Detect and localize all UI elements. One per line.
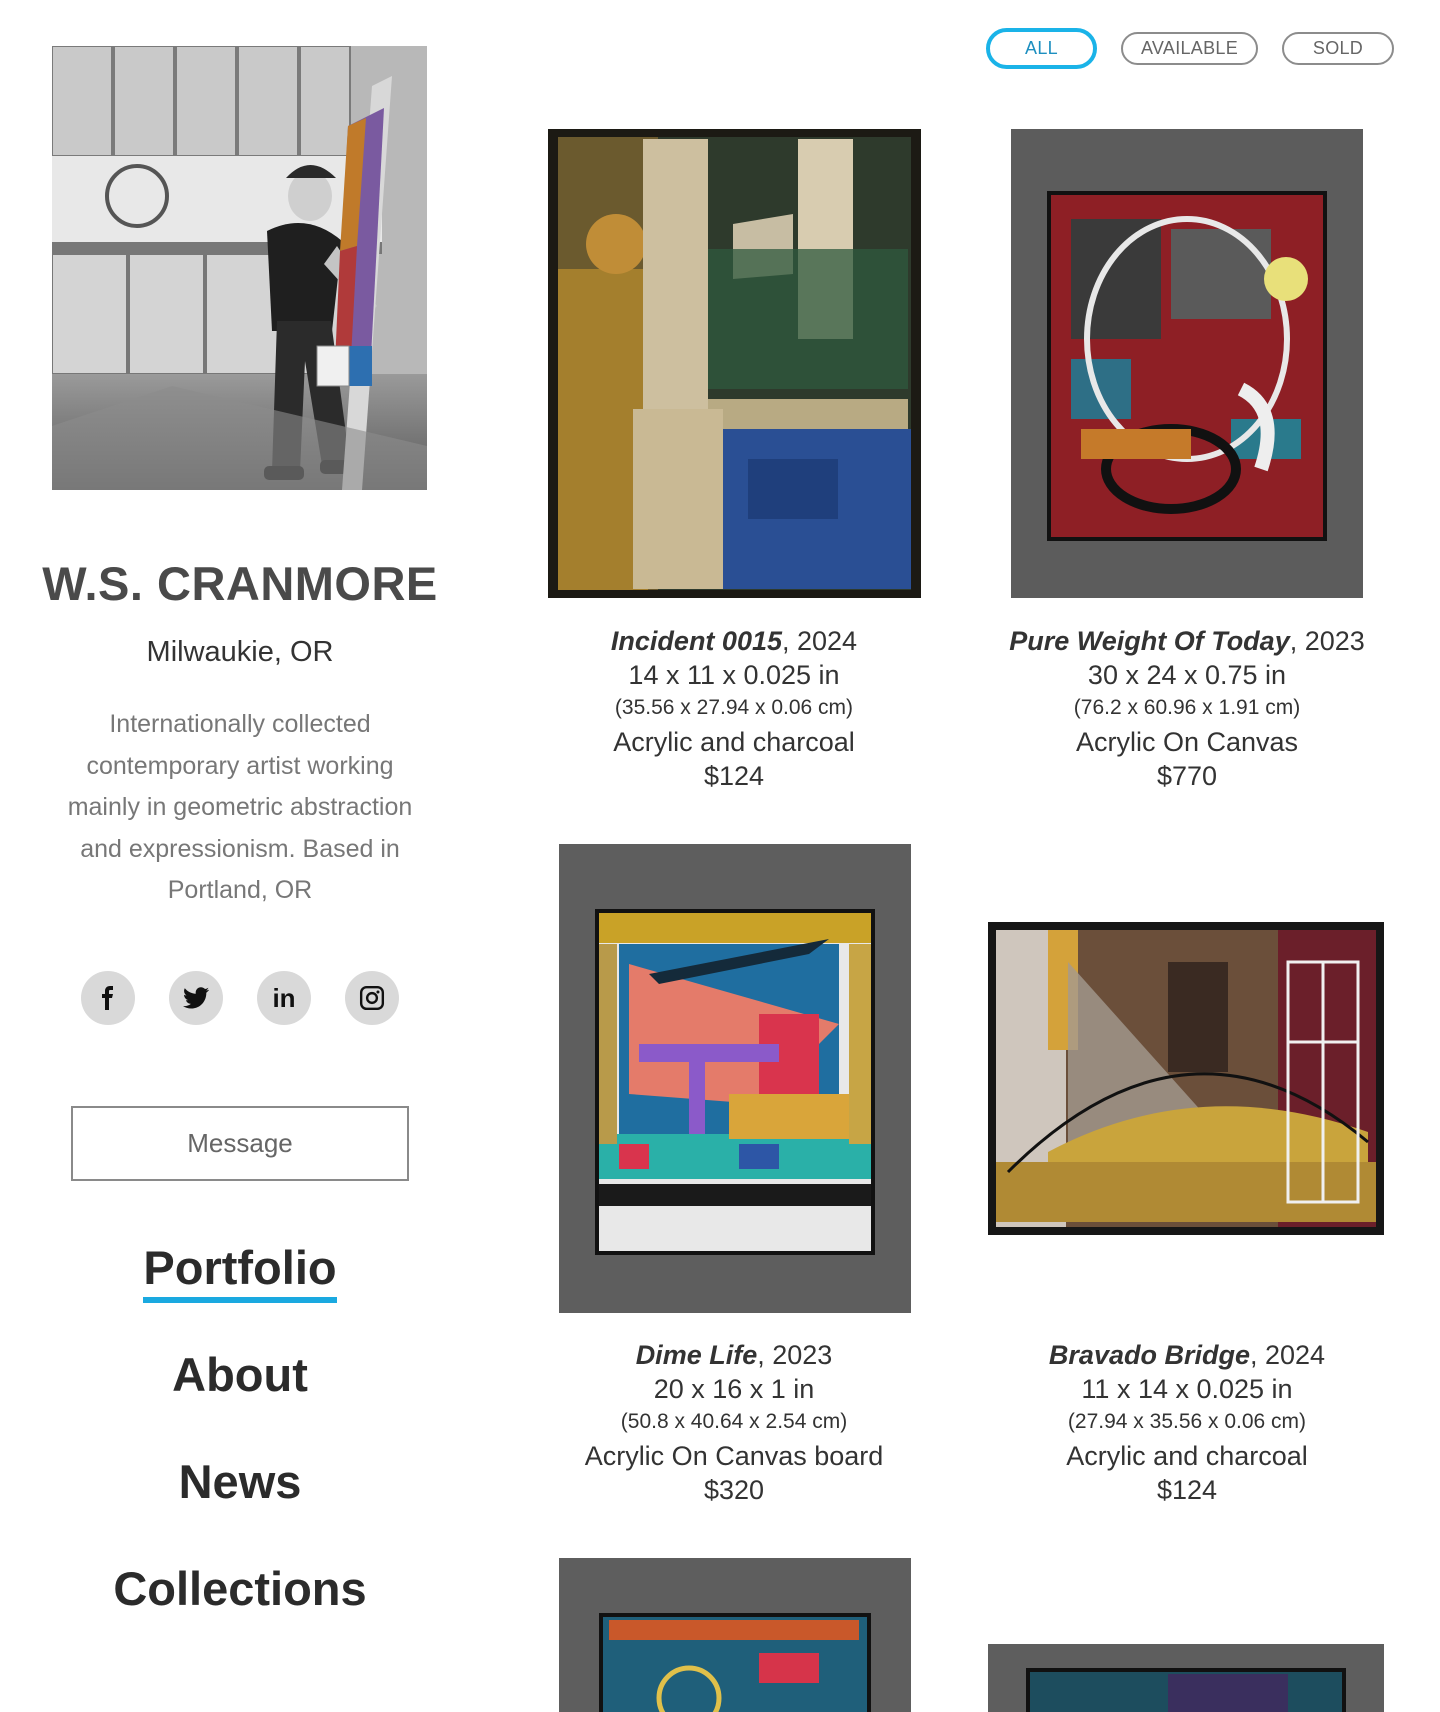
artwork-year: , 2023 <box>757 1340 833 1370</box>
nav-collections-label: Collections <box>113 1562 367 1615</box>
twitter-icon <box>183 987 209 1009</box>
artwork-image-partial-right[interactable] <box>988 1644 1384 1712</box>
artwork-dimensions-in: 20 x 16 x 1 in <box>653 1374 815 1404</box>
artwork-dimensions-cm: (50.8 x 40.64 x 2.54 cm) <box>620 1410 848 1433</box>
facebook-link[interactable] <box>81 971 135 1025</box>
artwork-image-pure-weight-of-today[interactable] <box>1011 129 1363 598</box>
artwork-image-bravado-bridge[interactable] <box>988 922 1384 1235</box>
artist-photo <box>52 46 427 490</box>
twitter-link[interactable] <box>169 971 223 1025</box>
facebook-icon <box>102 986 113 1010</box>
artwork-caption-pure-weight-of-today: Pure Weight Of Today, 2023 30 x 24 x 0.7… <box>987 624 1387 792</box>
artwork-title[interactable]: Pure Weight Of Today <box>1009 626 1290 656</box>
nav-news-label: News <box>178 1455 302 1508</box>
instagram-icon <box>359 985 385 1011</box>
artwork-dimensions-cm: (27.94 x 35.56 x 0.06 cm) <box>1067 1410 1307 1433</box>
artwork-price: $770 <box>1156 761 1218 791</box>
artwork-image-partial-left[interactable] <box>559 1558 911 1712</box>
artwork-medium: Acrylic On Canvas board <box>584 1441 884 1471</box>
artist-sidebar: W.S. CRANMORE Milwaukie, OR Internationa… <box>0 0 480 1712</box>
artwork-year: , 2023 <box>1289 626 1365 656</box>
artwork-caption-dime-life: Dime Life, 2023 20 x 16 x 1 in (50.8 x 4… <box>534 1338 934 1506</box>
nav-news[interactable]: News <box>0 1454 480 1511</box>
artwork-medium: Acrylic and charcoal <box>613 727 855 757</box>
artwork-dimensions-cm: (76.2 x 60.96 x 1.91 cm) <box>1073 696 1301 719</box>
artwork-caption-incident-0015: Incident 0015, 2024 14 x 11 x 0.025 in (… <box>534 624 934 792</box>
artwork-caption-bravado-bridge: Bravado Bridge, 2024 11 x 14 x 0.025 in … <box>987 1338 1387 1506</box>
artwork-price: $124 <box>1156 1475 1218 1505</box>
message-button[interactable]: Message <box>71 1106 409 1181</box>
nav-collections[interactable]: Collections <box>0 1561 480 1618</box>
artwork-year: , 2024 <box>1249 1340 1326 1370</box>
artist-bio: Internationally collected contemporary a… <box>67 710 413 904</box>
artwork-title[interactable]: Dime Life <box>636 1340 758 1370</box>
artwork-image-dime-life[interactable] <box>559 844 911 1313</box>
filter-all-button[interactable]: ALL <box>986 28 1097 69</box>
artwork-price: $320 <box>703 1475 765 1505</box>
social-links: in <box>81 971 401 1025</box>
artwork-dimensions-in: 11 x 14 x 0.025 in <box>1081 1374 1293 1404</box>
artist-location: Milwaukie, OR <box>146 636 334 668</box>
artwork-dimensions-in: 30 x 24 x 0.75 in <box>1087 660 1287 690</box>
artwork-title[interactable]: Bravado Bridge <box>1049 1340 1250 1370</box>
artist-name: W.S. CRANMORE <box>42 557 438 610</box>
filter-sold-button[interactable]: SOLD <box>1282 32 1394 65</box>
artwork-medium: Acrylic On Canvas <box>1075 727 1299 757</box>
instagram-link[interactable] <box>345 971 399 1025</box>
artwork-price: $124 <box>703 761 765 791</box>
nav-about[interactable]: About <box>0 1347 480 1404</box>
artwork-medium: Acrylic and charcoal <box>1066 1441 1308 1471</box>
artwork-dimensions-cm: (35.56 x 27.94 x 0.06 cm) <box>614 696 854 719</box>
linkedin-link[interactable]: in <box>257 971 311 1025</box>
filter-available-button[interactable]: AVAILABLE <box>1121 32 1258 65</box>
artwork-image-incident-0015[interactable] <box>548 129 921 598</box>
artwork-title[interactable]: Incident 0015 <box>611 626 782 656</box>
nav-portfolio[interactable]: Portfolio <box>0 1240 480 1303</box>
artwork-dimensions-in: 14 x 11 x 0.025 in <box>628 660 840 690</box>
artwork-year: , 2024 <box>782 626 858 656</box>
nav-about-label: About <box>172 1348 308 1401</box>
nav-portfolio-label: Portfolio <box>143 1240 337 1303</box>
linkedin-icon: in <box>272 982 296 1013</box>
